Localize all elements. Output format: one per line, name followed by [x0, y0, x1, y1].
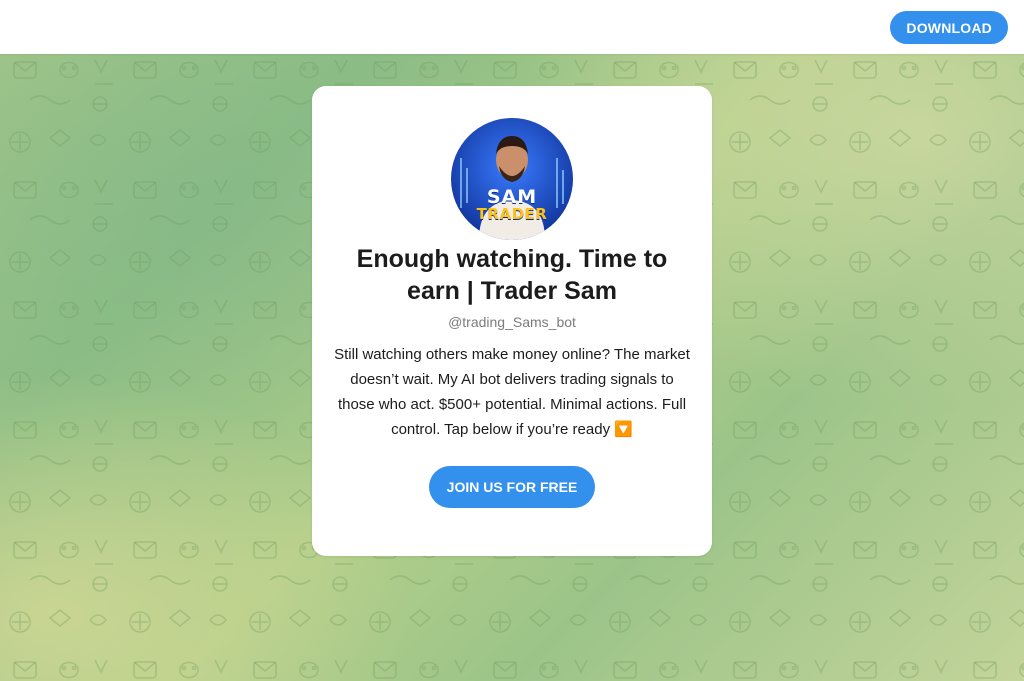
profile-card: SAM TRADER Enough watching. Time to earn… [312, 86, 712, 556]
join-button[interactable]: JOIN US FOR FREE [429, 466, 595, 508]
top-bar: DOWNLOAD [0, 0, 1024, 54]
download-button[interactable]: DOWNLOAD [890, 11, 1008, 44]
bot-description: Still watching others make money online?… [334, 346, 690, 438]
avatar-text-bottom: TRADER [476, 205, 548, 223]
avatar: SAM TRADER [451, 118, 573, 240]
page-title: Enough watching. Time to earn | Trader S… [356, 245, 668, 305]
bot-username: @trading_Sams_bot [448, 314, 576, 330]
avatar-text: SAM TRADER [451, 188, 573, 222]
